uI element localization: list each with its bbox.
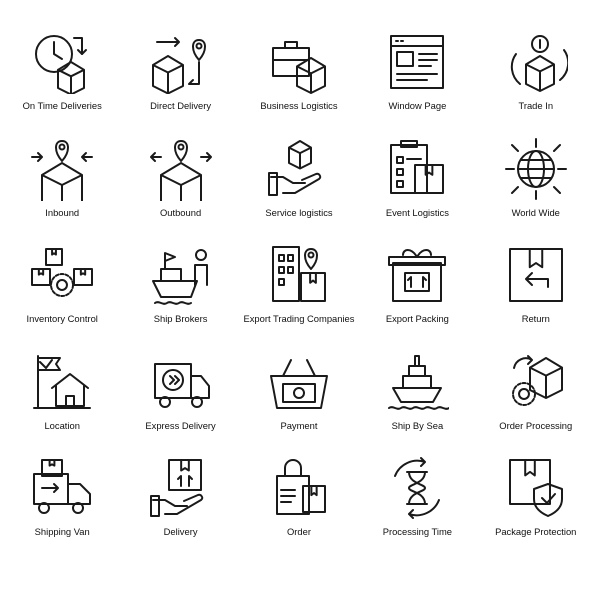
icon-cell: Direct Delivery: [121, 22, 239, 129]
icon-grid: On Time Deliveries Direct Delivery Busines…: [0, 22, 600, 555]
icon-cell: Order Processing: [477, 342, 595, 449]
icon-cell: On Time Deliveries: [3, 22, 121, 129]
icon-cell: Ship Brokers: [121, 235, 239, 342]
delivery-truck-icon: [153, 362, 210, 408]
icon-label: Export Packing: [385, 313, 449, 324]
icon-cell: Delivery: [121, 448, 239, 555]
icon-cell: Inbound: [3, 129, 121, 236]
icon-label: Location: [44, 419, 80, 431]
building-pin-box-icon: [271, 246, 326, 302]
clock-box-icon: [35, 35, 88, 94]
icon-cell: Location: [3, 342, 121, 449]
box-gear-icon: [511, 354, 563, 406]
browser-window-icon: [390, 35, 445, 89]
icon-cell: Trade In: [477, 22, 595, 129]
icon-label: Shipping Van: [34, 526, 90, 537]
house-flag-icon: [33, 354, 92, 409]
icon-label: Service logistics: [265, 206, 333, 218]
icon-cell: Ship By Sea: [358, 342, 476, 449]
box-return-arrow-icon: [508, 248, 563, 302]
icon-cell: Payment: [240, 342, 358, 449]
icon-label: Ship Brokers: [153, 313, 208, 324]
icon-cell: Business Logistics: [240, 22, 358, 129]
icon-cell: Service logistics: [240, 129, 358, 236]
dollar-box-cycle-icon: [510, 35, 568, 92]
boxes-gear-icon: [31, 248, 94, 297]
icon-label: Package Protection: [495, 526, 577, 537]
icon-label: Inbound: [45, 206, 80, 218]
box-inbound-arrows-icon: [31, 139, 94, 201]
icon-label: Export Trading Companies: [243, 313, 355, 324]
icon-cell: Event Logistics: [358, 129, 476, 236]
briefcase-box-icon: [271, 41, 326, 94]
icon-cell: World Wide: [477, 129, 595, 236]
icon-label: Order: [286, 526, 311, 537]
icon-label: Outbound: [159, 206, 202, 218]
icon-label: Business Logistics: [260, 100, 338, 111]
icon-label: Event Logistics: [385, 206, 449, 218]
shopping-bag-box-icon: [275, 459, 326, 515]
icon-cell: Window Page: [358, 22, 476, 129]
box-shield-icon: [508, 459, 563, 517]
icon-cell: Package Protection: [477, 448, 595, 555]
icon-label: Window Page: [388, 100, 447, 111]
hourglass-cycle-icon: [394, 457, 441, 519]
icon-label: Ship By Sea: [391, 419, 444, 431]
icon-cell: Outbound: [121, 129, 239, 236]
icon-label: Payment: [280, 419, 318, 431]
icon-cell: Shipping Van: [3, 448, 121, 555]
icon-cell: Order: [240, 448, 358, 555]
hand-package-icon: [149, 459, 203, 517]
icon-cell: Export Packing: [358, 235, 476, 342]
van-box-icon: [33, 459, 92, 514]
icon-cell: Express Delivery: [121, 342, 239, 449]
icon-label: On Time Deliveries: [22, 100, 102, 111]
icon-label: Express Delivery: [145, 419, 216, 431]
cargo-ship-icon: [388, 354, 450, 410]
basket-money-icon: [269, 358, 328, 409]
icon-label: Trade In: [518, 100, 554, 111]
clipboard-box-icon: [390, 139, 445, 194]
icon-cell: Return: [477, 235, 595, 342]
icon-label: Order Processing: [499, 419, 573, 431]
icon-label: Delivery: [163, 526, 198, 537]
box-outbound-arrows-icon: [149, 139, 212, 201]
icon-label: Processing Time: [382, 526, 453, 537]
icon-cell: Inventory Control: [3, 235, 121, 342]
globe-arrows-icon: [504, 137, 567, 200]
icon-label: Direct Delivery: [150, 100, 212, 111]
icon-label: World Wide: [511, 206, 560, 218]
icon-cell: Processing Time: [358, 448, 476, 555]
hand-box-icon: [267, 139, 322, 196]
icon-cell: Export Trading Companies: [240, 235, 358, 342]
gift-box-arrows-icon: [388, 249, 447, 302]
icon-label: Inventory Control: [26, 313, 98, 324]
ship-person-icon: [151, 249, 208, 305]
box-route-pin-icon: [151, 37, 206, 94]
icon-label: Return: [521, 313, 550, 324]
